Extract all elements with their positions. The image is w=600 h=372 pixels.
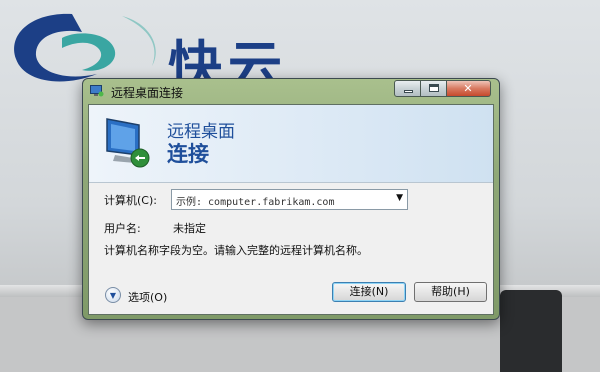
- background-chair: [500, 290, 562, 372]
- minimize-button[interactable]: [394, 80, 421, 97]
- status-message: 计算机名称字段为空。请输入完整的远程计算机名称。: [104, 244, 368, 257]
- remote-desktop-icon: [90, 85, 104, 97]
- maximize-button[interactable]: [421, 80, 447, 97]
- username-label: 用户名:: [104, 222, 141, 235]
- remote-desktop-monitor-icon: [106, 118, 150, 168]
- connect-button[interactable]: 连接(N): [332, 282, 406, 302]
- dialog-banner: 远程桌面 连接: [89, 105, 493, 183]
- close-icon: ✕: [463, 82, 473, 95]
- computer-input-text[interactable]: 示例: computer.fabrikam.com: [176, 193, 334, 208]
- minimize-icon: [404, 90, 413, 93]
- options-label[interactable]: 选项(O): [128, 289, 167, 305]
- chevron-down-icon[interactable]: ▼: [396, 193, 403, 203]
- computer-label: 计算机(C):: [104, 194, 157, 207]
- options-toggle-icon[interactable]: ▼: [105, 287, 121, 303]
- chevron-down-icon: ▼: [109, 291, 117, 300]
- username-value: 未指定: [173, 222, 206, 235]
- close-button[interactable]: ✕: [447, 80, 491, 97]
- dialog-client-area: 远程桌面 连接 计算机(C): 示例: computer.fabrikam.co…: [88, 104, 494, 315]
- window-title: 远程桌面连接: [111, 86, 184, 100]
- title-bar[interactable]: 远程桌面连接 ✕: [83, 79, 499, 103]
- caption-buttons: ✕: [394, 80, 491, 98]
- maximize-icon: [429, 84, 439, 92]
- banner-title-line2: 连接: [167, 142, 209, 166]
- computer-combobox[interactable]: 示例: computer.fabrikam.com ▼: [171, 189, 408, 210]
- remote-desktop-window: 远程桌面连接 ✕ 远程桌面 连接 计算机(C): 示例: computer.fa…: [82, 78, 500, 320]
- help-button[interactable]: 帮助(H): [414, 282, 487, 302]
